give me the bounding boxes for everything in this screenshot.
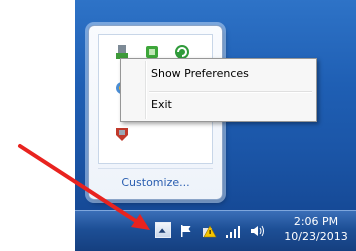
- red-arrow-annotation: [18, 144, 150, 230]
